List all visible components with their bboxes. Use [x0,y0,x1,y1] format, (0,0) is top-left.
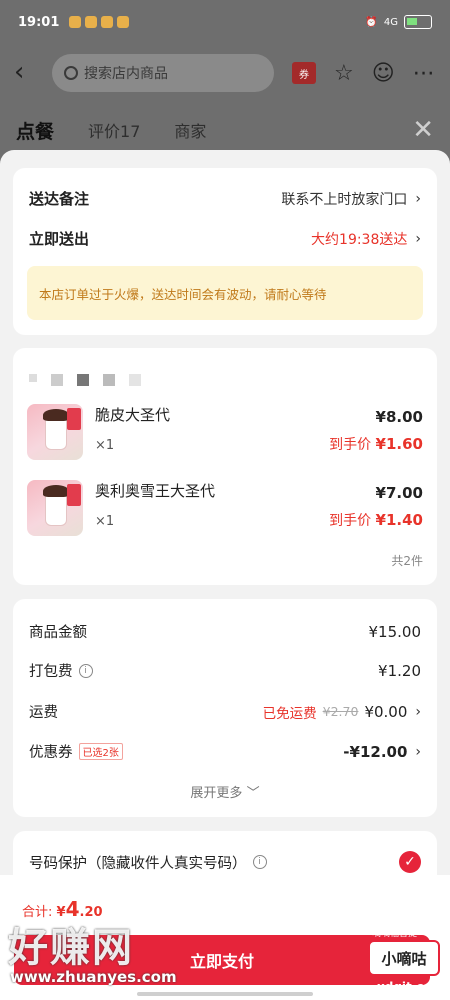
item-final-price: 到手价 ¥1.60 [329,435,423,453]
order-sheet: 送达备注 联系不上时放家门口 › 立即送出 大约19:38送达 › 本店订单过于… [0,150,450,875]
chevron-right-icon: › [415,743,421,760]
search-icon [64,66,78,80]
item-price: ¥7.00 [375,484,423,502]
home-indicator [137,992,313,996]
privacy-label: 号码保护（隐藏收件人真实号码） [29,855,247,872]
goods-amount-value: ¥15.00 [368,622,422,641]
watermark-url: www.zhuanyes.com [10,968,177,986]
delivery-note-value: 联系不上时放家门口 [281,191,408,208]
search-placeholder: 搜索店内商品 [84,66,168,82]
busy-notice: 本店订单过于火爆，送达时间会有波动，请耐心等待 [27,266,423,320]
watermark-badge: 小嘀咕 [368,940,440,976]
product-image [27,404,83,460]
tab-reviews[interactable]: 评价17 [88,118,140,142]
fees-card: 商品金额 ¥15.00 打包费 i ¥1.20 运费 已免运费 ¥2.70 ¥0… [13,599,437,817]
store-name-blurred [29,374,141,386]
expand-more-button[interactable]: 展开更多 ﹀ [13,782,437,801]
goods-amount-label: 商品金额 [29,625,87,641]
watermark-logo: 好赚网 [8,925,134,971]
star-icon[interactable]: ☆ [334,61,354,86]
search-input[interactable]: 搜索店内商品 [52,54,274,92]
goods-amount-row: 商品金额 ¥15.00 [29,621,421,642]
network-label: 4G [383,16,398,28]
shipping-value: ¥0.00 [364,702,408,721]
close-icon[interactable]: ✕ [412,115,434,145]
delivery-card: 送达备注 联系不上时放家门口 › 立即送出 大约19:38送达 › 本店订单过于… [13,168,437,335]
coupon-row[interactable]: 优惠券 已选2张 -¥12.00 › [29,741,421,762]
item-final-price: 到手价 ¥1.40 [329,511,423,529]
battery-icon [404,15,432,29]
customer-service-icon[interactable]: ☺ [372,61,395,86]
delivery-note-label: 送达备注 [29,190,90,208]
watermark-mini: 嘀嘀福音提 [372,929,418,939]
item-qty: ×1 [95,438,115,453]
items-card: 脆皮大圣代 ×1 ¥8.00 到手价 ¥1.60 奥利奥雪王大圣代 ×1 ¥7.… [13,348,437,585]
item-price: ¥8.00 [375,408,423,426]
list-item[interactable]: 奥利奥雪王大圣代 ×1 ¥7.00 到手价 ¥1.40 [27,480,423,542]
shipping-label: 运费 [29,705,58,721]
status-bar: 19:01 ⏰ 4G [0,0,450,44]
info-icon[interactable]: i [78,663,93,678]
chevron-right-icon: › [415,230,421,247]
item-name: 奥利奥雪王大圣代 [95,482,216,500]
packing-fee-row: 打包费 i ¥1.20 [29,660,421,681]
status-right: ⏰ 4G [365,15,432,29]
store-tabs: 点餐 评价17 商家 ✕ [0,110,450,150]
coupon-selected-badge: 已选2张 [78,743,123,760]
coupon-label: 优惠券 [29,745,73,761]
checkmark-icon[interactable]: ✓ [399,851,421,873]
packing-fee-value: ¥1.20 [378,661,421,680]
delivery-time-row[interactable]: 立即送出 大约19:38送达 › [29,228,421,249]
list-item[interactable]: 脆皮大圣代 ×1 ¥8.00 到手价 ¥1.60 [27,404,423,466]
shipping-row[interactable]: 运费 已免运费 ¥2.70 ¥0.00 › [29,701,421,722]
item-count: 共2件 [391,554,423,568]
privacy-card: 号码保护（隐藏收件人真实号码） i ✓ [13,831,437,875]
free-shipping-text: 已免运费 [262,705,317,722]
nav-bar: ‹ 搜索店内商品 券 ☆ ☺ ⋯ [0,50,450,96]
alarm-icon: ⏰ [365,16,378,28]
item-qty: ×1 [95,514,115,529]
delivery-time-value: 大约19:38送达 [311,231,408,248]
delivery-note-row[interactable]: 送达备注 联系不上时放家门口 › [29,188,421,209]
delivery-time-label: 立即送出 [29,230,90,248]
status-time: 19:01 [18,14,60,30]
coupon-value: -¥12.00 [343,742,408,761]
coupon-icon[interactable]: 券 [292,62,316,84]
chevron-down-icon: ﹀ [246,786,260,801]
info-icon[interactable]: i [252,855,267,869]
chevron-right-icon: › [415,190,421,207]
product-image [27,480,83,536]
notification-icons [69,16,130,28]
item-name: 脆皮大圣代 [95,406,171,424]
back-arrow-icon[interactable]: ‹ [14,59,38,85]
chevron-right-icon: › [415,703,421,720]
watermark-right: xdgit.com [377,980,445,994]
tab-merchant[interactable]: 商家 [174,118,206,142]
tab-order[interactable]: 点餐 [16,117,54,144]
more-icon[interactable]: ⋯ [413,61,435,86]
original-shipping: ¥2.70 [322,704,359,719]
privacy-row[interactable]: 号码保护（隐藏收件人真实号码） i ✓ [29,851,421,873]
packing-fee-label: 打包费 [29,664,73,680]
